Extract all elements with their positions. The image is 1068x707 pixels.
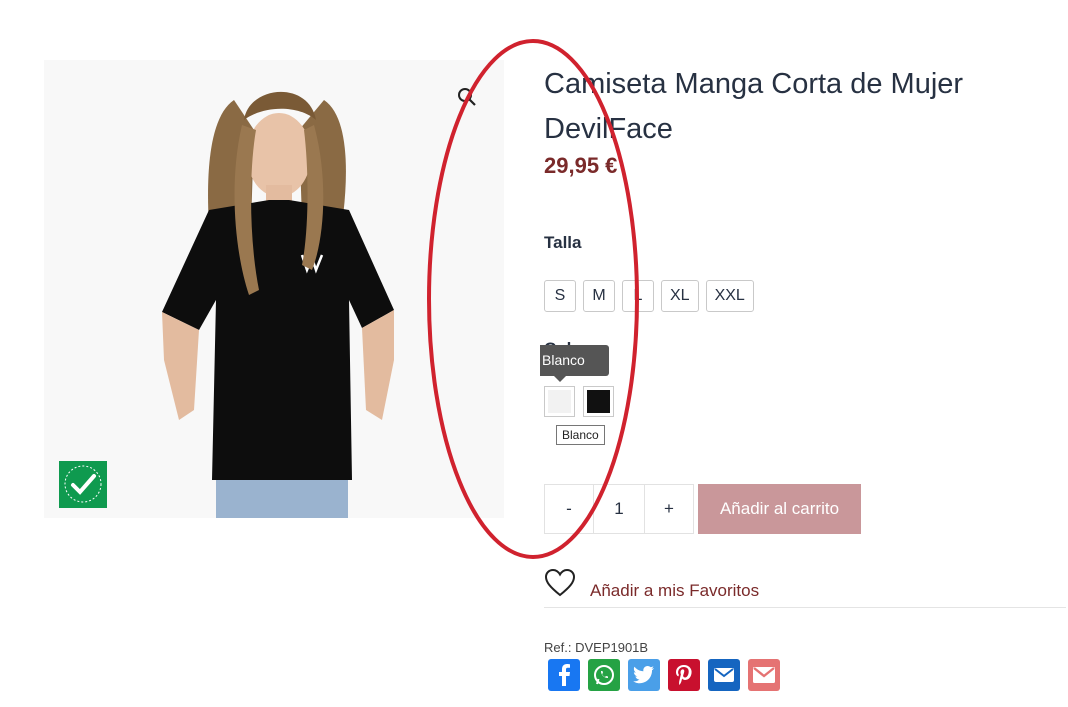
zoom-icon[interactable] <box>456 86 478 108</box>
color-swatch-white[interactable] <box>544 386 575 417</box>
facebook-share-button[interactable] <box>548 659 580 691</box>
quantity-increase-button[interactable]: + <box>644 484 694 534</box>
add-to-cart-button[interactable]: Añadir al carrito <box>698 484 861 534</box>
gmail-icon <box>753 667 775 683</box>
size-option-xl[interactable]: XL <box>661 280 699 312</box>
size-option-l[interactable]: L <box>622 280 654 312</box>
product-reference: Ref.: DVEP1901B <box>544 640 648 655</box>
product-photo <box>44 60 504 518</box>
size-option-s[interactable]: S <box>544 280 576 312</box>
facebook-icon <box>559 664 570 686</box>
swatch-fill-black <box>587 390 610 413</box>
twitter-share-button[interactable] <box>628 659 660 691</box>
hover-title-tooltip: Blanco <box>556 425 605 445</box>
size-option-m[interactable]: M <box>583 280 615 312</box>
quantity-input[interactable]: 1 <box>594 484 644 534</box>
quantity-stepper: - 1 + <box>544 484 694 534</box>
color-selector <box>544 386 614 417</box>
favorites-label: Añadir a mis Favoritos <box>590 581 760 600</box>
twitter-icon <box>633 666 654 684</box>
product-image[interactable] <box>44 60 504 518</box>
pinterest-icon <box>676 665 692 685</box>
pinterest-share-button[interactable] <box>668 659 700 691</box>
color-tooltip: Blanco <box>540 345 609 382</box>
whatsapp-icon <box>594 665 614 685</box>
quantity-decrease-button[interactable]: - <box>544 484 594 534</box>
size-label: Talla <box>544 233 582 252</box>
share-buttons <box>548 659 780 691</box>
add-to-favorites[interactable]: Añadir a mis Favoritos <box>544 568 760 600</box>
ref-value: DVEP1901B <box>575 640 649 655</box>
divider <box>544 607 1066 608</box>
ref-label: Ref.: <box>544 640 572 655</box>
product-price: 29,95 € <box>544 153 618 178</box>
product-title: Camiseta Manga Corta de Mujer DevilFace <box>544 68 964 145</box>
color-swatch-black[interactable] <box>583 386 614 417</box>
certification-badge <box>59 461 107 508</box>
whatsapp-share-button[interactable] <box>588 659 620 691</box>
heart-icon <box>544 568 576 597</box>
gmail-share-button[interactable] <box>748 659 780 691</box>
swatch-fill-white <box>548 390 571 413</box>
size-selector: S M L XL XXL <box>544 280 754 312</box>
size-option-xxl[interactable]: XXL <box>705 280 754 312</box>
email-icon <box>714 668 734 682</box>
email-share-button[interactable] <box>708 659 740 691</box>
